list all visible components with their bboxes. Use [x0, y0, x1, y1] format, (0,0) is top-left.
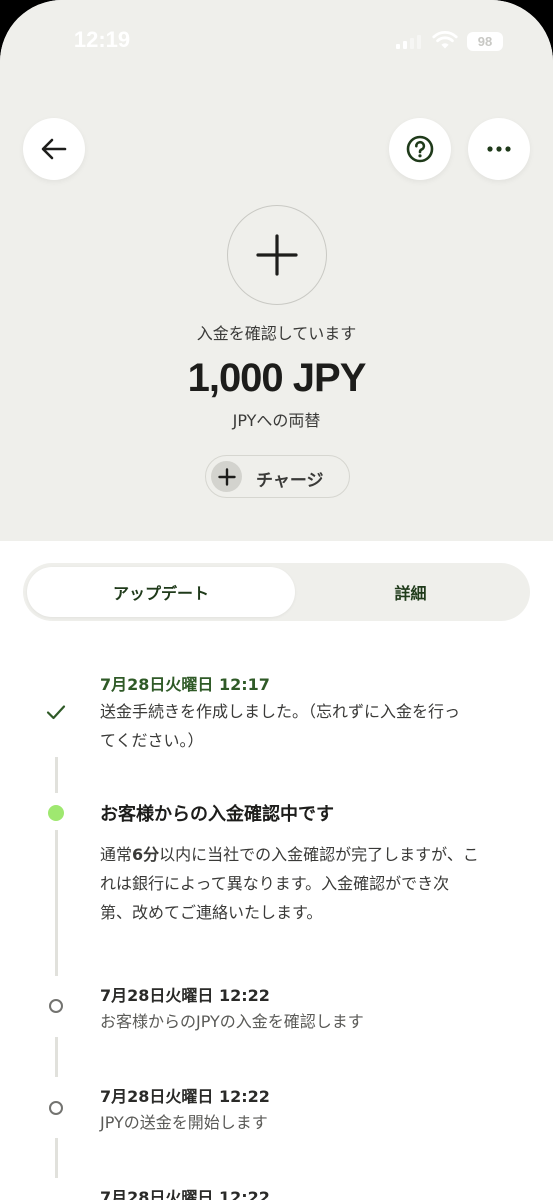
- plus-icon: [256, 234, 298, 276]
- battery-icon: 98: [467, 32, 503, 51]
- timeline-step-title: お客様からの入金確認中です: [100, 804, 334, 825]
- deposit-status-icon: [227, 205, 327, 305]
- status-bar: 12:19 98: [0, 0, 553, 84]
- timeline-connector: [55, 1037, 58, 1077]
- help-button[interactable]: [389, 118, 451, 180]
- timeline-connector: [55, 757, 58, 793]
- charge-button[interactable]: チャージ: [205, 455, 350, 498]
- transfer-amount: 1,000 JPY: [187, 356, 367, 400]
- pending-step-indicator: [49, 1101, 63, 1115]
- status-time: 12:19: [73, 27, 131, 52]
- transfer-status-text: 入金を確認しています: [196, 324, 357, 343]
- timeline-step-text: 送金手続きを作成しました。（忘れずに入金を行っ てください。）: [100, 702, 461, 750]
- timeline-connector: [55, 1138, 58, 1178]
- timeline-step-text: JPYの送金を開始します: [100, 1113, 268, 1132]
- transfer-header-area: 12:19 98 入金を確認しています 1,000 JPY JPYへの両替 チャ…: [0, 0, 553, 541]
- current-step-indicator: [48, 805, 64, 821]
- more-options-button[interactable]: [468, 118, 530, 180]
- tab-updates[interactable]: アップデート: [27, 567, 295, 617]
- question-circle-icon: [406, 135, 434, 163]
- pending-step-indicator: [49, 999, 63, 1013]
- signal-icon: [396, 33, 422, 49]
- plus-icon: [211, 461, 242, 492]
- timeline-step-date: 7月28日火曜日 12:22: [100, 1087, 270, 1106]
- more-horizontal-icon: [487, 146, 511, 152]
- tab-switcher: アップデート 詳細: [23, 563, 530, 621]
- check-icon: [46, 705, 66, 720]
- charge-button-label: チャージ: [256, 471, 324, 491]
- tab-details[interactable]: 詳細: [295, 567, 526, 617]
- timeline-step-text: 通常6分以内に当社での入金確認が完了しますが、こ れは銀行によって異なります。入…: [100, 845, 479, 922]
- app-screen: 12:19 98 入金を確認しています 1,000 JPY JPYへの両替 チャ…: [0, 0, 553, 1200]
- back-button[interactable]: [23, 118, 85, 180]
- timeline-connector: [55, 830, 58, 976]
- timeline-step-text: お客様からのJPYの入金を確認します: [100, 1012, 364, 1031]
- transfer-subtitle: JPYへの両替: [232, 411, 321, 430]
- timeline-step-date: 7月28日火曜日 12:17: [100, 675, 270, 694]
- timeline-step-date: 7月28日火曜日 12:22: [100, 1188, 270, 1200]
- arrow-left-icon: [41, 138, 67, 160]
- timeline-step-date: 7月28日火曜日 12:22: [100, 986, 270, 1005]
- wifi-icon: [432, 31, 458, 49]
